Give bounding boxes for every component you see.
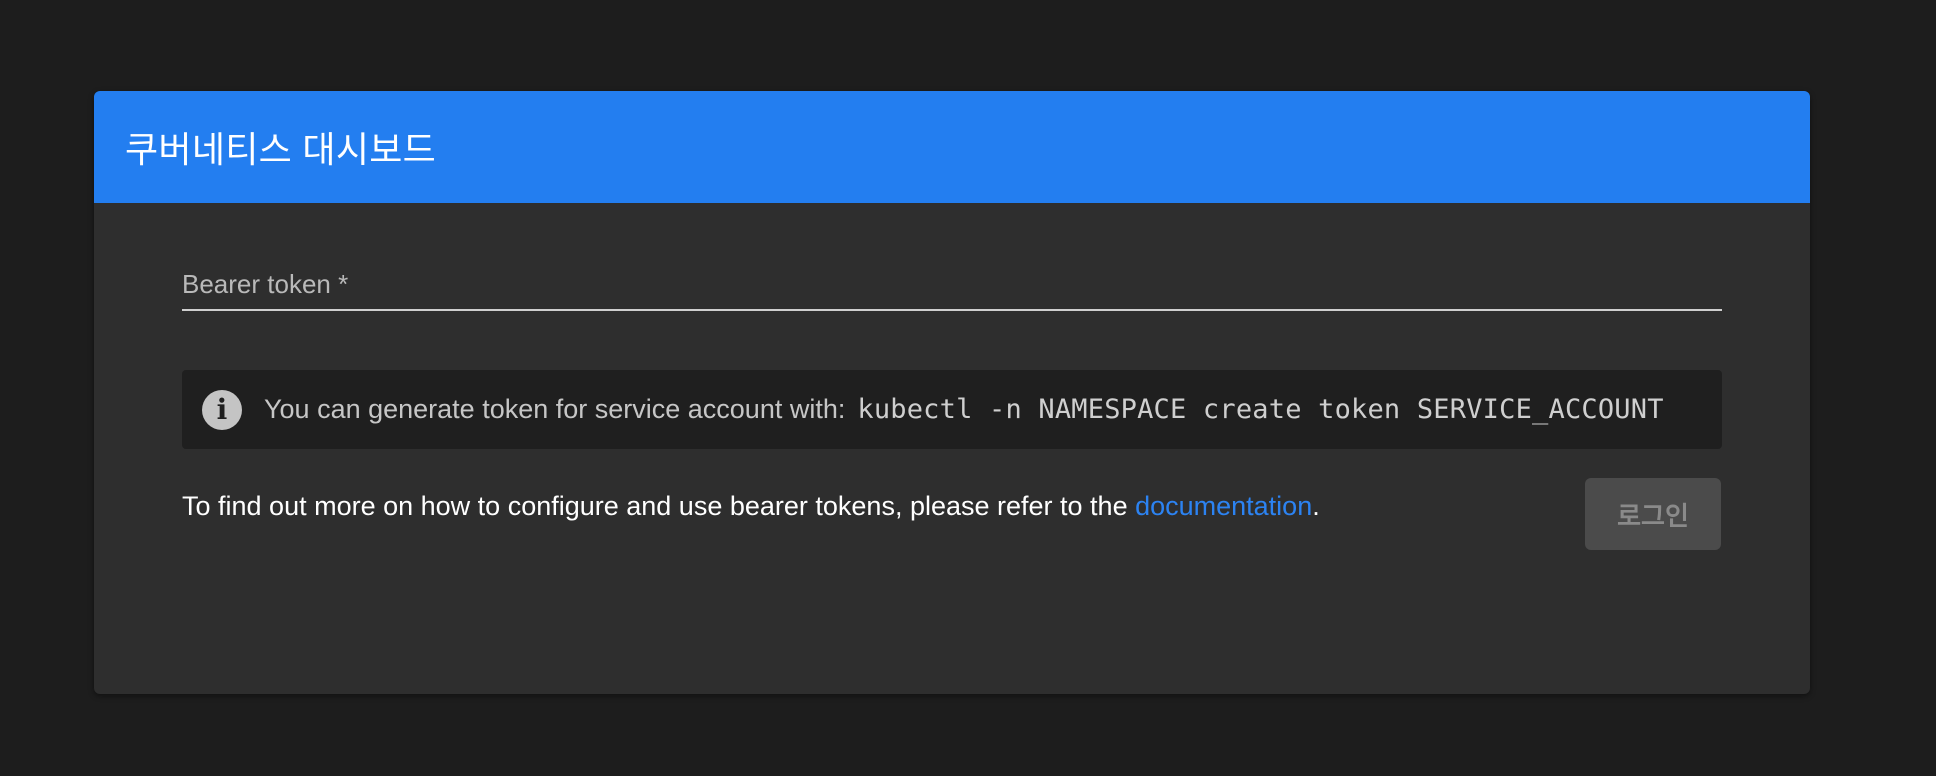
info-text: You can generate token for service accou… [264, 394, 846, 424]
page-title: 쿠버네티스 대시보드 [125, 129, 437, 170]
documentation-link[interactable]: documentation [1135, 491, 1312, 521]
kubectl-command: kubectl -n NAMESPACE create token SERVIC… [857, 394, 1664, 425]
help-text: To find out more on how to configure and… [182, 491, 1722, 522]
bearer-token-field[interactable]: Bearer token * [182, 259, 1722, 311]
login-card: 쿠버네티스 대시보드 Bearer token * i You can gene… [94, 91, 1810, 694]
bearer-token-input[interactable] [182, 259, 1722, 309]
info-icon: i [202, 389, 242, 430]
help-text-suffix: . [1312, 491, 1320, 521]
card-body: Bearer token * i You can generate token … [94, 259, 1810, 522]
help-text-prefix: To find out more on how to configure and… [182, 491, 1136, 521]
token-info-box: i You can generate token for service acc… [182, 370, 1722, 449]
card-header: 쿠버네티스 대시보드 [94, 91, 1810, 203]
login-button[interactable]: 로그인 [1585, 478, 1721, 550]
